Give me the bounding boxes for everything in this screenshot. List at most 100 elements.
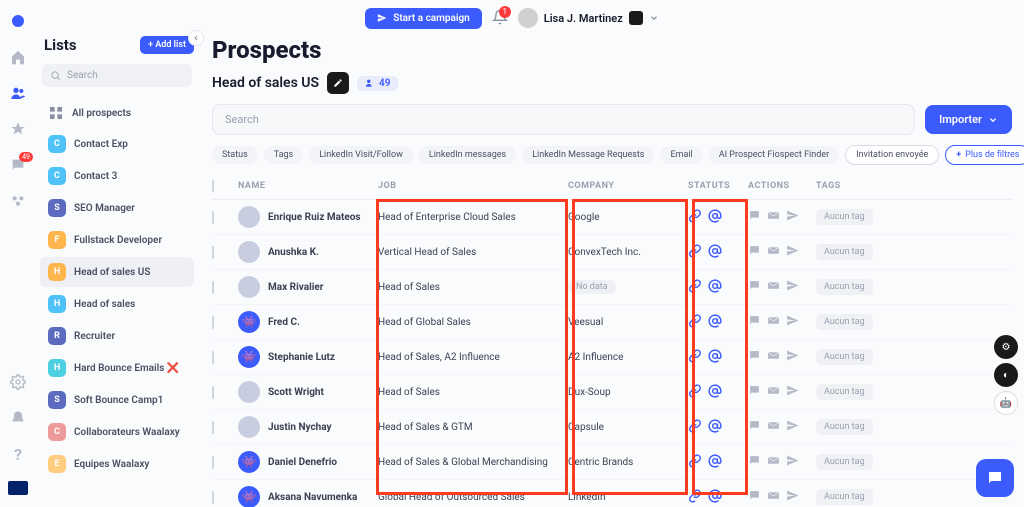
send-icon[interactable] xyxy=(786,314,799,330)
tag-pill[interactable]: Aucun tag xyxy=(816,244,873,260)
message-icon[interactable] xyxy=(748,384,761,400)
link-icon[interactable] xyxy=(688,384,702,401)
table-row[interactable]: 👾Daniel Denefrio Head of Sales & Global … xyxy=(212,445,1012,480)
table-row[interactable]: 👾Fred C. Head of Global Sales Veesual Au… xyxy=(212,305,1012,340)
mail-icon[interactable] xyxy=(767,314,780,330)
tag-pill[interactable]: Aucun tag xyxy=(816,209,873,225)
row-checkbox[interactable] xyxy=(212,491,214,504)
link-icon[interactable] xyxy=(688,244,702,261)
message-icon[interactable] xyxy=(748,489,761,505)
prospects-search-input[interactable]: Search xyxy=(212,104,915,135)
col-job[interactable]: JOB xyxy=(378,181,568,191)
at-icon[interactable] xyxy=(708,419,722,436)
send-icon[interactable] xyxy=(786,209,799,225)
table-row[interactable]: 👾Stephanie Lutz Head of Sales, A2 Influe… xyxy=(212,340,1012,375)
col-name[interactable]: NAME xyxy=(238,181,378,191)
list-item[interactable]: CContact 3 xyxy=(40,161,194,191)
filter-chip[interactable]: LinkedIn Visit/Follow xyxy=(309,146,413,164)
language-selector[interactable] xyxy=(8,481,28,495)
table-row[interactable]: Scott Wright Head of Sales Dux-Soup Aucu… xyxy=(212,375,1012,410)
list-item[interactable]: HHead of sales xyxy=(40,289,194,319)
link-icon[interactable] xyxy=(688,314,702,331)
nav-help-icon[interactable]: ? xyxy=(9,445,27,463)
link-icon[interactable] xyxy=(688,419,702,436)
link-icon[interactable] xyxy=(688,349,702,366)
tag-pill[interactable]: Aucun tag xyxy=(816,314,873,330)
table-row[interactable]: Enrique Ruiz Mateos Head of Enterprise C… xyxy=(212,200,1012,235)
message-icon[interactable] xyxy=(748,209,761,225)
send-icon[interactable] xyxy=(786,244,799,260)
send-icon[interactable] xyxy=(786,489,799,505)
mail-icon[interactable] xyxy=(767,384,780,400)
notifications-button[interactable]: 1 xyxy=(492,9,508,28)
start-campaign-button[interactable]: Start a campaign xyxy=(365,8,482,29)
list-item[interactable]: HHard Bounce Emails ❌ xyxy=(40,353,194,383)
message-icon[interactable] xyxy=(748,314,761,330)
message-icon[interactable] xyxy=(748,419,761,435)
select-all-checkbox[interactable] xyxy=(212,180,214,192)
at-icon[interactable] xyxy=(708,454,722,471)
table-row[interactable]: Anushka K. Vertical Head of Sales Convex… xyxy=(212,235,1012,270)
link-icon[interactable] xyxy=(688,454,702,471)
tag-pill[interactable]: Aucun tag xyxy=(816,489,873,505)
filter-chip[interactable]: Status xyxy=(212,146,258,164)
mail-icon[interactable] xyxy=(767,209,780,225)
nav-home-icon[interactable] xyxy=(9,48,27,66)
at-icon[interactable] xyxy=(708,314,722,331)
chat-fab[interactable] xyxy=(976,459,1014,497)
message-icon[interactable] xyxy=(748,279,761,295)
link-icon[interactable] xyxy=(688,279,702,296)
logo-icon[interactable] xyxy=(9,12,27,30)
float-widget-1[interactable]: ⚙ xyxy=(994,335,1018,359)
send-icon[interactable] xyxy=(786,279,799,295)
col-actions[interactable]: ACTIONS xyxy=(748,181,816,191)
message-icon[interactable] xyxy=(748,454,761,470)
mail-icon[interactable] xyxy=(767,419,780,435)
at-icon[interactable] xyxy=(708,489,722,506)
nav-settings-icon[interactable] xyxy=(9,373,27,391)
nav-prospects-icon[interactable] xyxy=(9,84,27,102)
mail-icon[interactable] xyxy=(767,454,780,470)
at-icon[interactable] xyxy=(708,209,722,226)
nav-campaigns-icon[interactable] xyxy=(9,120,27,138)
col-tags[interactable]: TAGS xyxy=(816,181,894,191)
nav-team-icon[interactable] xyxy=(9,192,27,210)
send-icon[interactable] xyxy=(786,384,799,400)
send-icon[interactable] xyxy=(786,349,799,365)
row-checkbox[interactable] xyxy=(212,386,214,399)
list-item[interactable]: EEquipes Waalaxy xyxy=(40,449,194,479)
tag-pill[interactable]: Aucun tag xyxy=(816,279,873,295)
message-icon[interactable] xyxy=(748,244,761,260)
row-checkbox[interactable] xyxy=(212,211,214,224)
list-item[interactable]: SSoft Bounce Camp1 xyxy=(40,385,194,415)
filter-chip[interactable]: Invitation envoyée xyxy=(845,145,939,165)
float-widget-3[interactable]: 🤖 xyxy=(994,391,1018,415)
import-button[interactable]: Importer xyxy=(925,105,1012,134)
all-prospects-item[interactable]: All prospects xyxy=(40,99,194,127)
row-checkbox[interactable] xyxy=(212,246,214,259)
row-checkbox[interactable] xyxy=(212,351,214,364)
row-checkbox[interactable] xyxy=(212,316,214,329)
row-checkbox[interactable] xyxy=(212,421,214,434)
edit-list-button[interactable] xyxy=(327,72,349,94)
tag-pill[interactable]: Aucun tag xyxy=(816,384,873,400)
collapse-sidebar-button[interactable] xyxy=(188,30,204,46)
at-icon[interactable] xyxy=(708,279,722,296)
nav-messages-icon[interactable]: 49 xyxy=(9,156,27,174)
nav-notifs-icon[interactable] xyxy=(9,409,27,427)
list-item[interactable]: FFullstack Developer xyxy=(40,225,194,255)
col-company[interactable]: COMPANY xyxy=(568,181,688,191)
mail-icon[interactable] xyxy=(767,349,780,365)
send-icon[interactable] xyxy=(786,419,799,435)
lists-search-input[interactable]: Search xyxy=(42,64,192,87)
list-item[interactable]: CCollaborateurs Waalaxy xyxy=(40,417,194,447)
user-menu[interactable]: Lisa J. Martinez xyxy=(518,8,659,28)
mail-icon[interactable] xyxy=(767,244,780,260)
list-item[interactable]: CContact Exp xyxy=(40,129,194,159)
list-item[interactable]: SSEO Manager xyxy=(40,193,194,223)
at-icon[interactable] xyxy=(708,384,722,401)
tag-pill[interactable]: Aucun tag xyxy=(816,419,873,435)
float-widget-2[interactable]: ◐ xyxy=(994,363,1018,387)
filter-chip[interactable]: AI Prospect Fiospect Finder xyxy=(709,146,839,164)
tag-pill[interactable]: Aucun tag xyxy=(816,454,873,470)
